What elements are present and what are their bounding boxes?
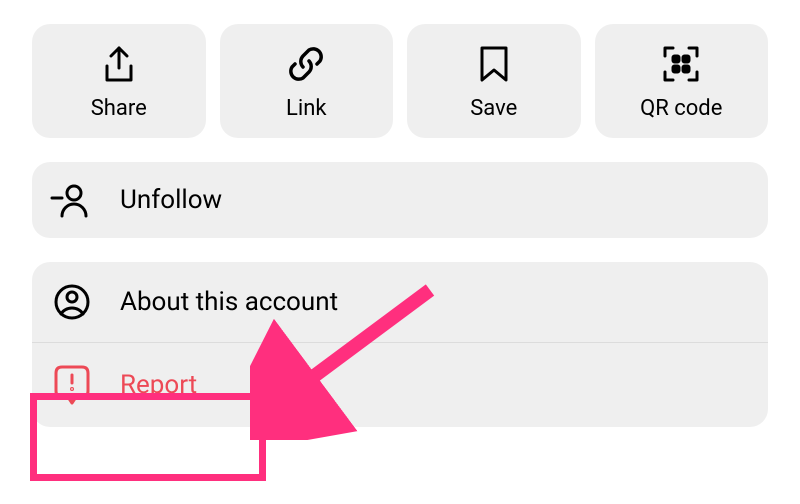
report-button[interactable]: Report: [32, 343, 768, 427]
report-icon: [50, 363, 94, 407]
user-circle-icon: [50, 282, 94, 322]
about-account-label: About this account: [120, 287, 338, 317]
link-label: Link: [286, 96, 327, 121]
unfollow-panel: Unfollow: [32, 162, 768, 238]
link-button[interactable]: Link: [220, 24, 394, 138]
unfollow-button[interactable]: Unfollow: [32, 162, 768, 238]
share-icon: [101, 42, 137, 86]
save-label: Save: [470, 96, 517, 121]
actions-row: Share Link Save: [0, 0, 800, 138]
report-label: Report: [120, 370, 197, 400]
qr-code-label: QR code: [640, 96, 722, 121]
qr-code-button[interactable]: QR code: [595, 24, 769, 138]
link-icon: [286, 42, 326, 86]
unfollow-label: Unfollow: [120, 185, 222, 215]
about-account-button[interactable]: About this account: [32, 262, 768, 342]
bookmark-icon: [478, 42, 510, 86]
share-button[interactable]: Share: [32, 24, 206, 138]
share-label: Share: [91, 96, 147, 121]
save-button[interactable]: Save: [407, 24, 581, 138]
qr-code-icon: [661, 42, 701, 86]
unfollow-icon: [50, 182, 94, 218]
info-panel: About this account Report: [32, 262, 768, 427]
